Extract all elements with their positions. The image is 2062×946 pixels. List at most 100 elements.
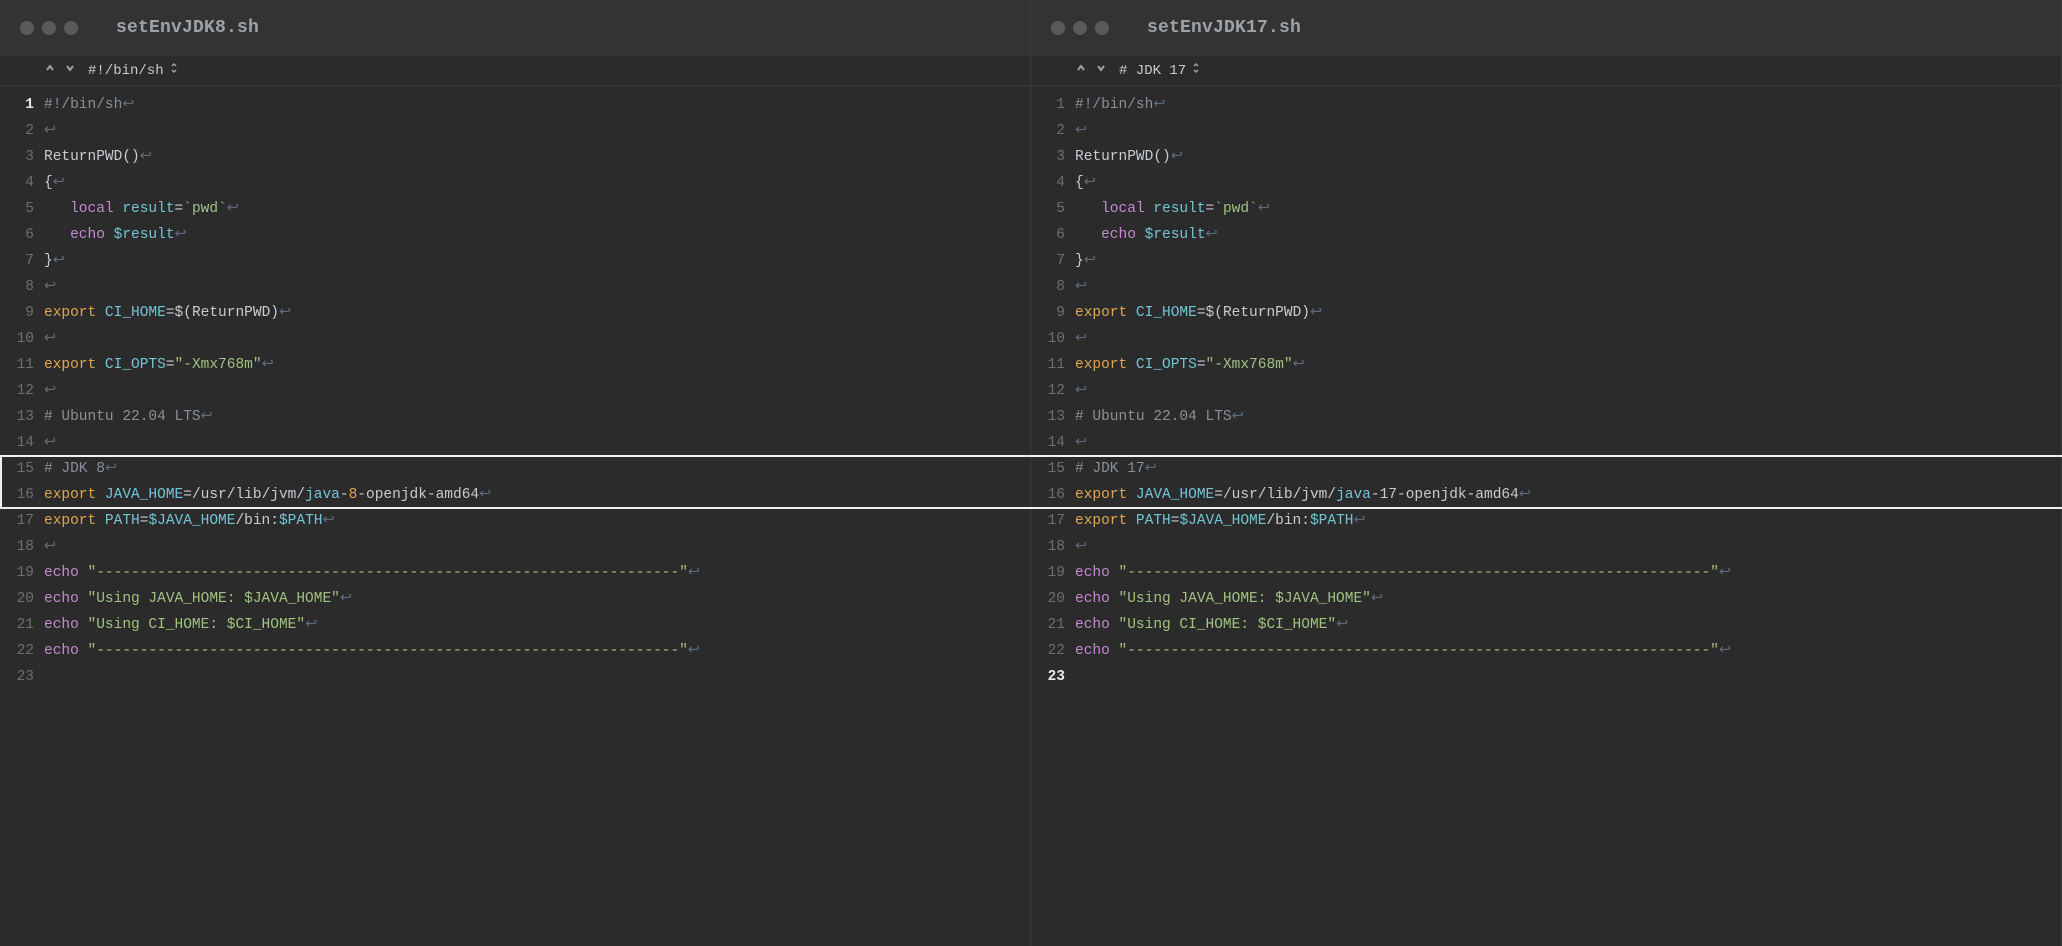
code-area[interactable]: #!/bin/sh↩↩ReturnPWD()↩{↩ local result=`… bbox=[44, 92, 1030, 946]
line-number[interactable]: 21 bbox=[0, 612, 34, 638]
code-line[interactable]: echo "----------------------------------… bbox=[1075, 560, 2061, 586]
code-line[interactable]: ↩ bbox=[44, 326, 1030, 352]
code-line[interactable]: echo $result↩ bbox=[44, 222, 1030, 248]
code-line[interactable]: ↩ bbox=[1075, 274, 2061, 300]
code-line[interactable]: {↩ bbox=[1075, 170, 2061, 196]
code-line[interactable]: ↩ bbox=[44, 118, 1030, 144]
code-line[interactable]: export CI_OPTS="-Xmx768m"↩ bbox=[44, 352, 1030, 378]
code-line[interactable]: local result=`pwd`↩ bbox=[1075, 196, 2061, 222]
code-line[interactable]: export CI_HOME=$(ReturnPWD)↩ bbox=[44, 300, 1030, 326]
code-line[interactable]: # Ubuntu 22.04 LTS↩ bbox=[1075, 404, 2061, 430]
code-line[interactable]: export JAVA_HOME=/usr/lib/jvm/java-17-op… bbox=[1075, 482, 2061, 508]
code-area[interactable]: #!/bin/sh↩↩ReturnPWD()↩{↩ local result=`… bbox=[1075, 92, 2061, 946]
close-icon[interactable] bbox=[20, 21, 34, 35]
line-number[interactable]: 18 bbox=[1031, 534, 1065, 560]
line-number[interactable]: 21 bbox=[1031, 612, 1065, 638]
line-number[interactable]: 18 bbox=[0, 534, 34, 560]
line-number[interactable]: 17 bbox=[1031, 508, 1065, 534]
line-number[interactable]: 23 bbox=[1031, 664, 1065, 690]
code-line[interactable]: # Ubuntu 22.04 LTS↩ bbox=[44, 404, 1030, 430]
line-number[interactable]: 8 bbox=[1031, 274, 1065, 300]
code-line[interactable]: echo "Using JAVA_HOME: $JAVA_HOME"↩ bbox=[1075, 586, 2061, 612]
code-line[interactable]: echo $result↩ bbox=[1075, 222, 2061, 248]
editor-right[interactable]: 1234567891011121314151617181920212223 #!… bbox=[1031, 86, 2061, 946]
titlebar-left[interactable]: setEnvJDK8.sh bbox=[0, 0, 1030, 56]
line-number[interactable]: 3 bbox=[0, 144, 34, 170]
line-number[interactable]: 9 bbox=[0, 300, 34, 326]
code-line[interactable]: ReturnPWD()↩ bbox=[1075, 144, 2061, 170]
line-number[interactable]: 10 bbox=[0, 326, 34, 352]
line-number[interactable]: 3 bbox=[1031, 144, 1065, 170]
nav-forward-icon[interactable] bbox=[1095, 62, 1107, 79]
line-number[interactable]: 6 bbox=[0, 222, 34, 248]
code-line[interactable]: local result=`pwd`↩ bbox=[44, 196, 1030, 222]
line-number[interactable]: 13 bbox=[0, 404, 34, 430]
breadcrumb-item[interactable]: # JDK 17 bbox=[1119, 62, 1200, 79]
line-number[interactable]: 2 bbox=[0, 118, 34, 144]
line-number[interactable]: 16 bbox=[0, 482, 34, 508]
line-number[interactable]: 12 bbox=[1031, 378, 1065, 404]
code-line[interactable]: ↩ bbox=[1075, 378, 2061, 404]
code-line[interactable]: # JDK 8↩ bbox=[44, 456, 1030, 482]
code-line[interactable]: export PATH=$JAVA_HOME/bin:$PATH↩ bbox=[44, 508, 1030, 534]
code-line[interactable]: export CI_HOME=$(ReturnPWD)↩ bbox=[1075, 300, 2061, 326]
code-line[interactable]: ↩ bbox=[1075, 326, 2061, 352]
code-line[interactable]: export CI_OPTS="-Xmx768m"↩ bbox=[1075, 352, 2061, 378]
minimize-icon[interactable] bbox=[42, 21, 56, 35]
code-line[interactable]: export JAVA_HOME=/usr/lib/jvm/java-8-ope… bbox=[44, 482, 1030, 508]
line-number[interactable]: 19 bbox=[0, 560, 34, 586]
code-line[interactable]: ↩ bbox=[44, 430, 1030, 456]
line-number[interactable]: 20 bbox=[0, 586, 34, 612]
line-number[interactable]: 22 bbox=[0, 638, 34, 664]
line-number[interactable]: 23 bbox=[0, 664, 34, 690]
line-number[interactable]: 2 bbox=[1031, 118, 1065, 144]
line-number[interactable]: 19 bbox=[1031, 560, 1065, 586]
line-number[interactable]: 6 bbox=[1031, 222, 1065, 248]
code-line[interactable]: ↩ bbox=[44, 534, 1030, 560]
code-line[interactable]: echo "Using CI_HOME: $CI_HOME"↩ bbox=[44, 612, 1030, 638]
line-number[interactable]: 11 bbox=[0, 352, 34, 378]
line-number[interactable]: 16 bbox=[1031, 482, 1065, 508]
tab-title[interactable]: setEnvJDK8.sh bbox=[116, 18, 259, 38]
code-line[interactable]: ↩ bbox=[44, 274, 1030, 300]
code-line[interactable] bbox=[1075, 664, 2061, 690]
editor-left[interactable]: 1234567891011121314151617181920212223 #!… bbox=[0, 86, 1030, 946]
code-line[interactable]: # JDK 17↩ bbox=[1075, 456, 2061, 482]
tab-title[interactable]: setEnvJDK17.sh bbox=[1147, 18, 1301, 38]
line-number[interactable]: 15 bbox=[0, 456, 34, 482]
line-number[interactable]: 9 bbox=[1031, 300, 1065, 326]
minimize-icon[interactable] bbox=[1073, 21, 1087, 35]
code-line[interactable]: echo "Using JAVA_HOME: $JAVA_HOME"↩ bbox=[44, 586, 1030, 612]
code-line[interactable]: echo "----------------------------------… bbox=[44, 560, 1030, 586]
code-line[interactable]: }↩ bbox=[1075, 248, 2061, 274]
line-number[interactable]: 14 bbox=[1031, 430, 1065, 456]
titlebar-right[interactable]: setEnvJDK17.sh bbox=[1031, 0, 2061, 56]
line-number[interactable]: 13 bbox=[1031, 404, 1065, 430]
code-line[interactable]: export PATH=$JAVA_HOME/bin:$PATH↩ bbox=[1075, 508, 2061, 534]
nav-back-icon[interactable] bbox=[44, 62, 56, 79]
maximize-icon[interactable] bbox=[1095, 21, 1109, 35]
code-line[interactable]: ↩ bbox=[1075, 534, 2061, 560]
line-number[interactable]: 12 bbox=[0, 378, 34, 404]
line-number[interactable]: 14 bbox=[0, 430, 34, 456]
code-line[interactable]: #!/bin/sh↩ bbox=[1075, 92, 2061, 118]
code-line[interactable]: #!/bin/sh↩ bbox=[44, 92, 1030, 118]
code-line[interactable]: ↩ bbox=[1075, 118, 2061, 144]
code-line[interactable]: echo "Using CI_HOME: $CI_HOME"↩ bbox=[1075, 612, 2061, 638]
line-number[interactable]: 7 bbox=[0, 248, 34, 274]
line-number[interactable]: 11 bbox=[1031, 352, 1065, 378]
code-line[interactable]: echo "----------------------------------… bbox=[1075, 638, 2061, 664]
line-number[interactable]: 7 bbox=[1031, 248, 1065, 274]
code-line[interactable]: echo "----------------------------------… bbox=[44, 638, 1030, 664]
line-number[interactable]: 8 bbox=[0, 274, 34, 300]
code-line[interactable]: ReturnPWD()↩ bbox=[44, 144, 1030, 170]
code-line[interactable] bbox=[44, 664, 1030, 690]
line-number[interactable]: 15 bbox=[1031, 456, 1065, 482]
line-number[interactable]: 20 bbox=[1031, 586, 1065, 612]
line-number[interactable]: 1 bbox=[0, 92, 34, 118]
line-number[interactable]: 5 bbox=[1031, 196, 1065, 222]
line-number[interactable]: 17 bbox=[0, 508, 34, 534]
breadcrumb-item[interactable]: #!/bin/sh bbox=[88, 62, 178, 79]
line-number[interactable]: 5 bbox=[0, 196, 34, 222]
code-line[interactable]: ↩ bbox=[1075, 430, 2061, 456]
